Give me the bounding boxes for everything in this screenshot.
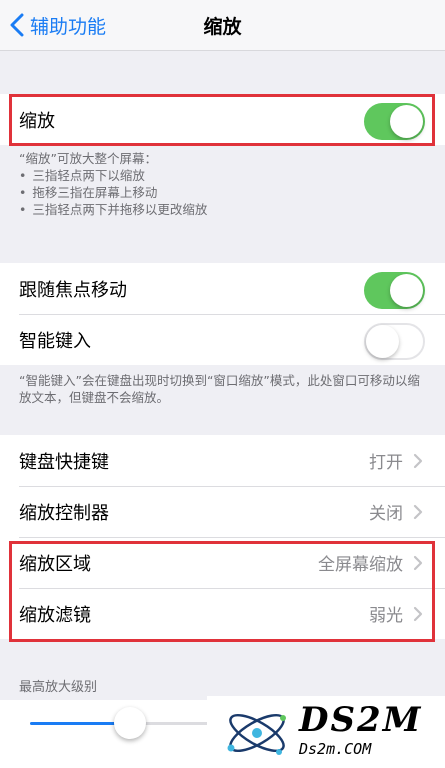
highlight-box-region-filter [9, 541, 435, 642]
watermark-logo-icon [227, 713, 286, 755]
zoom-footer-item: 三指轻点两下并拖移以更改缩放 [19, 201, 426, 218]
toggle-knob [390, 274, 423, 307]
zoom-footer-item: 三指轻点两下以缩放 [19, 167, 426, 184]
watermark-title: DS2M [299, 700, 423, 740]
zoom-controller-value: 关闭 [369, 504, 403, 524]
toggle-knob [366, 325, 399, 358]
zoom-controller-row[interactable]: 缩放控制器 关闭 [0, 486, 445, 537]
highlight-box-zoom [9, 94, 435, 146]
follow-focus-toggle[interactable] [364, 272, 425, 309]
max-zoom-slider-thumb[interactable] [114, 707, 146, 739]
smart-typing-row: 智能键入 [0, 314, 445, 365]
focus-group: 跟随焦点移动 智能键入 [0, 263, 445, 365]
keyboard-shortcuts-value: 打开 [369, 453, 403, 473]
zoom-footer: “缩放”可放大整个屏幕： 三指轻点两下以缩放 拖移三指在屏幕上移动 三指轻点两下… [19, 150, 426, 218]
chevron-right-icon [413, 453, 423, 468]
max-zoom-header: 最高放大级别 [19, 680, 98, 695]
watermark-url: Ds2m.COM [299, 740, 372, 758]
smart-typing-footer: “智能键入”会在键盘出现时切换到“窗口缩放”模式，此处窗口可移动以缩放文本，但键… [19, 373, 420, 405]
follow-focus-row: 跟随焦点移动 [0, 263, 445, 314]
chevron-right-icon [413, 504, 423, 519]
zoom-footer-item: 拖移三指在屏幕上移动 [19, 184, 426, 201]
smart-typing-toggle[interactable] [364, 323, 425, 360]
zoom-footer-list: 三指轻点两下以缩放 拖移三指在屏幕上移动 三指轻点两下并拖移以更改缩放 [19, 167, 426, 218]
navigation-bar: 辅助功能 缩放 [0, 0, 445, 51]
page-title: 缩放 [203, 16, 242, 38]
keyboard-shortcuts-label: 键盘快捷键 [19, 451, 109, 473]
keyboard-shortcuts-row[interactable]: 键盘快捷键 打开 [0, 435, 445, 486]
watermark: DS2M Ds2m.COM [207, 696, 445, 768]
zoom-footer-intro: “缩放”可放大整个屏幕： [19, 151, 157, 166]
zoom-controller-label: 缩放控制器 [19, 502, 109, 524]
